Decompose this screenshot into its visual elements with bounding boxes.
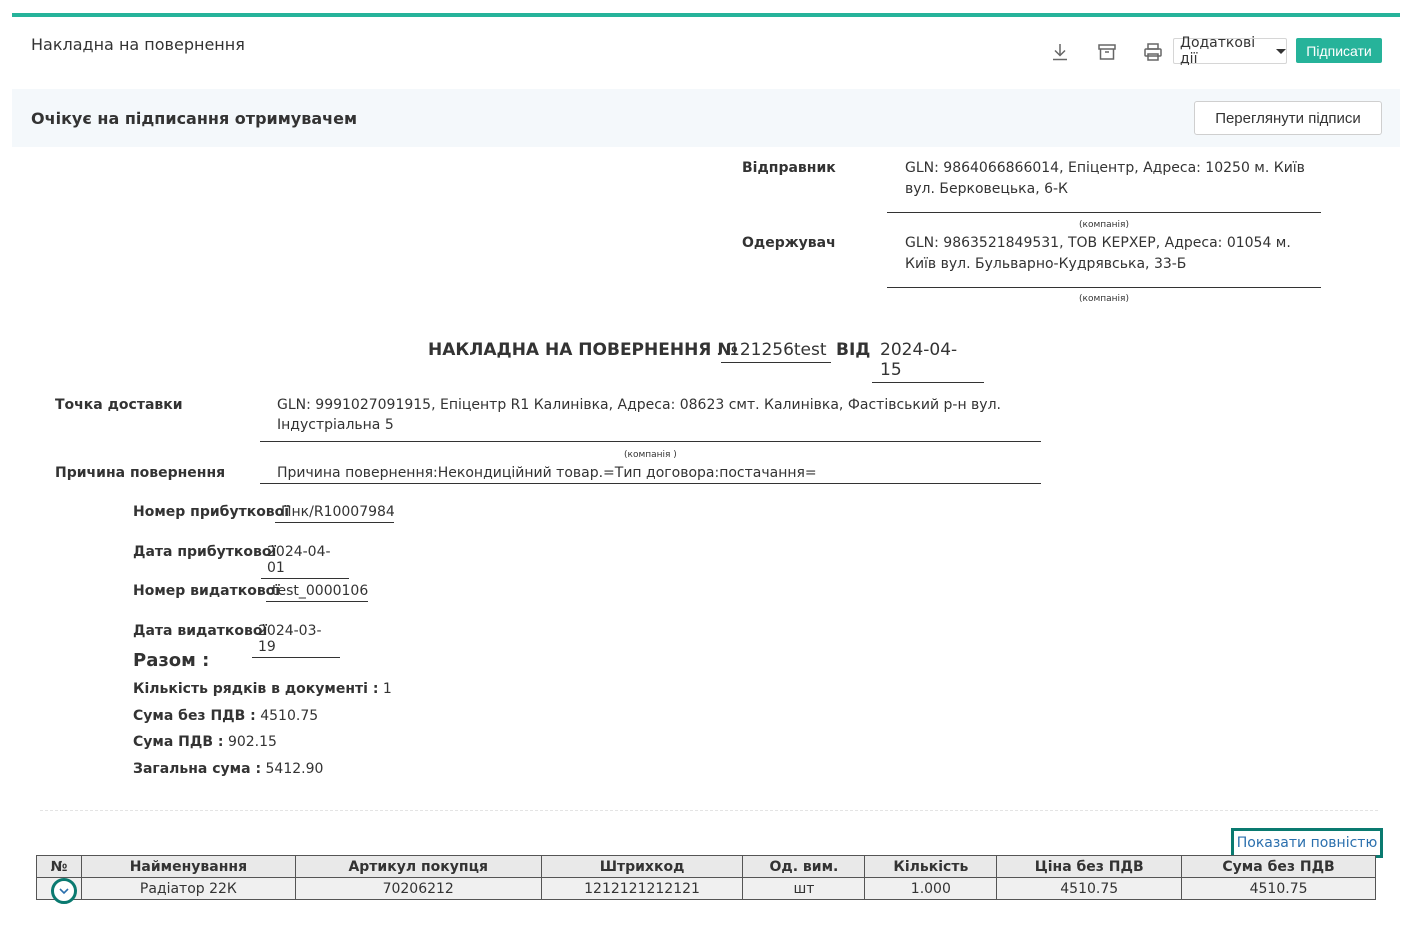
document-from-label: ВІД — [836, 340, 871, 360]
page-title: Накладна на повернення — [31, 35, 245, 54]
reason-underline — [260, 483, 1041, 484]
sender-line-2: вул. Берковецька, 6-К — [905, 181, 1068, 197]
delivery-underline — [260, 441, 1041, 442]
status-text: Очікує на підписання отримувачем — [31, 109, 358, 128]
more-actions-dropdown[interactable]: Додаткові дії — [1173, 35, 1287, 67]
cell-price-no-vat: 4510.75 — [996, 877, 1183, 900]
totals-vat: Сума ПДВ : 902.15 — [133, 732, 277, 753]
archive-icon[interactable] — [1094, 39, 1120, 65]
cell-quantity: 1.000 — [864, 877, 998, 900]
row-expand-toggle[interactable] — [51, 878, 77, 904]
totals-title: Разом : — [133, 650, 210, 671]
more-actions-label: Додаткові дії — [1180, 35, 1256, 67]
cell-unit: шт — [742, 877, 866, 900]
delivery-point-line-1: GLN: 9991027091915, Епіцентр R1 Калинівк… — [277, 397, 1001, 413]
col-header-number: № — [36, 855, 82, 878]
receipt-number-label: Номер прибуткової — [133, 504, 290, 520]
col-header-quantity: Кількість — [864, 855, 998, 878]
col-header-name: Найменування — [80, 855, 296, 878]
cell-barcode: 1212121212121 — [540, 877, 744, 900]
receipt-date-label: Дата прибуткової — [133, 544, 277, 560]
document-date: 2024-04-15 — [872, 340, 984, 383]
expense-date-value: 2024-03-19 — [252, 623, 340, 658]
sender-line-1: GLN: 9864066866014, Епіцентр, Адреса: 10… — [905, 160, 1305, 176]
col-header-barcode: Штрихкод — [540, 855, 744, 878]
delivery-point-line-2: Індустріальна 5 — [277, 417, 394, 433]
expense-number-value: test_0000106 — [266, 583, 368, 602]
table-header-row: № Найменування Артикул покупця Штрихкод … — [36, 855, 1376, 878]
totals-sum-no-vat: Сума без ПДВ : 4510.75 — [133, 706, 318, 727]
print-icon[interactable] — [1140, 39, 1166, 65]
chevron-down-icon — [59, 888, 69, 895]
return-reason-value: Причина повернення:Некондиційний товар.=… — [277, 465, 817, 481]
show-full-link[interactable]: Показати повністю — [1231, 828, 1383, 858]
receipt-date-value: 2024-04-01 — [261, 544, 349, 579]
expense-date-label: Дата видаткової — [133, 623, 268, 639]
sender-caption: (компанія) — [1079, 220, 1129, 230]
download-icon[interactable] — [1047, 39, 1073, 65]
document-number: 121256test — [721, 340, 831, 363]
receiver-caption: (компанія) — [1079, 294, 1129, 304]
totals-total-value: 5412.90 — [265, 761, 324, 777]
status-bar: Очікує на підписання отримувачем Перегля… — [12, 89, 1400, 147]
cell-sum-no-vat: 4510.75 — [1181, 877, 1376, 900]
col-header-unit: Од. вим. — [742, 855, 866, 878]
delivery-point-label: Точка доставки — [55, 397, 183, 413]
sender-label: Відправник — [742, 160, 836, 176]
cell-buyer-sku: 70206212 — [294, 877, 542, 900]
totals-rows: Кількість рядків в документі : 1 — [133, 679, 392, 700]
receiver-line-1: GLN: 9863521849531, ТОВ КЕРХЕР, Адреса: … — [905, 235, 1291, 251]
delivery-caption: (компанія ) — [624, 450, 677, 460]
sender-underline — [887, 212, 1321, 213]
col-header-buyer-sku: Артикул покупця — [294, 855, 542, 878]
section-divider — [40, 810, 1378, 811]
totals-sum-no-vat-label: Сума без ПДВ : — [133, 708, 256, 724]
document-title: НАКЛАДНА НА ПОВЕРНЕННЯ № — [428, 340, 738, 360]
receiver-label: Одержувач — [742, 235, 836, 251]
col-header-sum-no-vat: Сума без ПДВ — [1181, 855, 1376, 878]
receiver-line-2: Київ вул. Бульварно-Кудрявська, 33-Б — [905, 256, 1187, 272]
totals-total-label: Загальна сума : — [133, 761, 262, 777]
receiver-underline — [887, 287, 1321, 288]
items-table: № Найменування Артикул покупця Штрихкод … — [36, 855, 1376, 900]
expense-number-label: Номер видаткової — [133, 583, 281, 599]
cell-name: Радіатор 22К — [80, 877, 296, 900]
totals-total: Загальна сума : 5412.90 — [133, 759, 323, 780]
totals-sum-no-vat-value: 4510.75 — [260, 708, 319, 724]
view-signatures-button[interactable]: Переглянути підписи — [1194, 101, 1382, 135]
receipt-number-value: Пнк/R10007984 — [275, 504, 395, 523]
totals-vat-value: 902.15 — [227, 734, 277, 750]
return-reason-label: Причина повернення — [55, 465, 226, 481]
totals-rows-label: Кількість рядків в документі : — [133, 681, 379, 697]
totals-rows-value: 1 — [382, 681, 392, 697]
sign-button[interactable]: Підписати — [1296, 38, 1382, 63]
page-header: Накладна на повернення Додаткові дії Під… — [12, 17, 1400, 89]
col-header-price-no-vat: Ціна без ПДВ — [996, 855, 1183, 878]
caret-down-icon — [1276, 48, 1286, 54]
table-row: 1 Радіатор 22К 70206212 1212121212121 шт… — [36, 877, 1376, 900]
totals-vat-label: Сума ПДВ : — [133, 734, 224, 750]
